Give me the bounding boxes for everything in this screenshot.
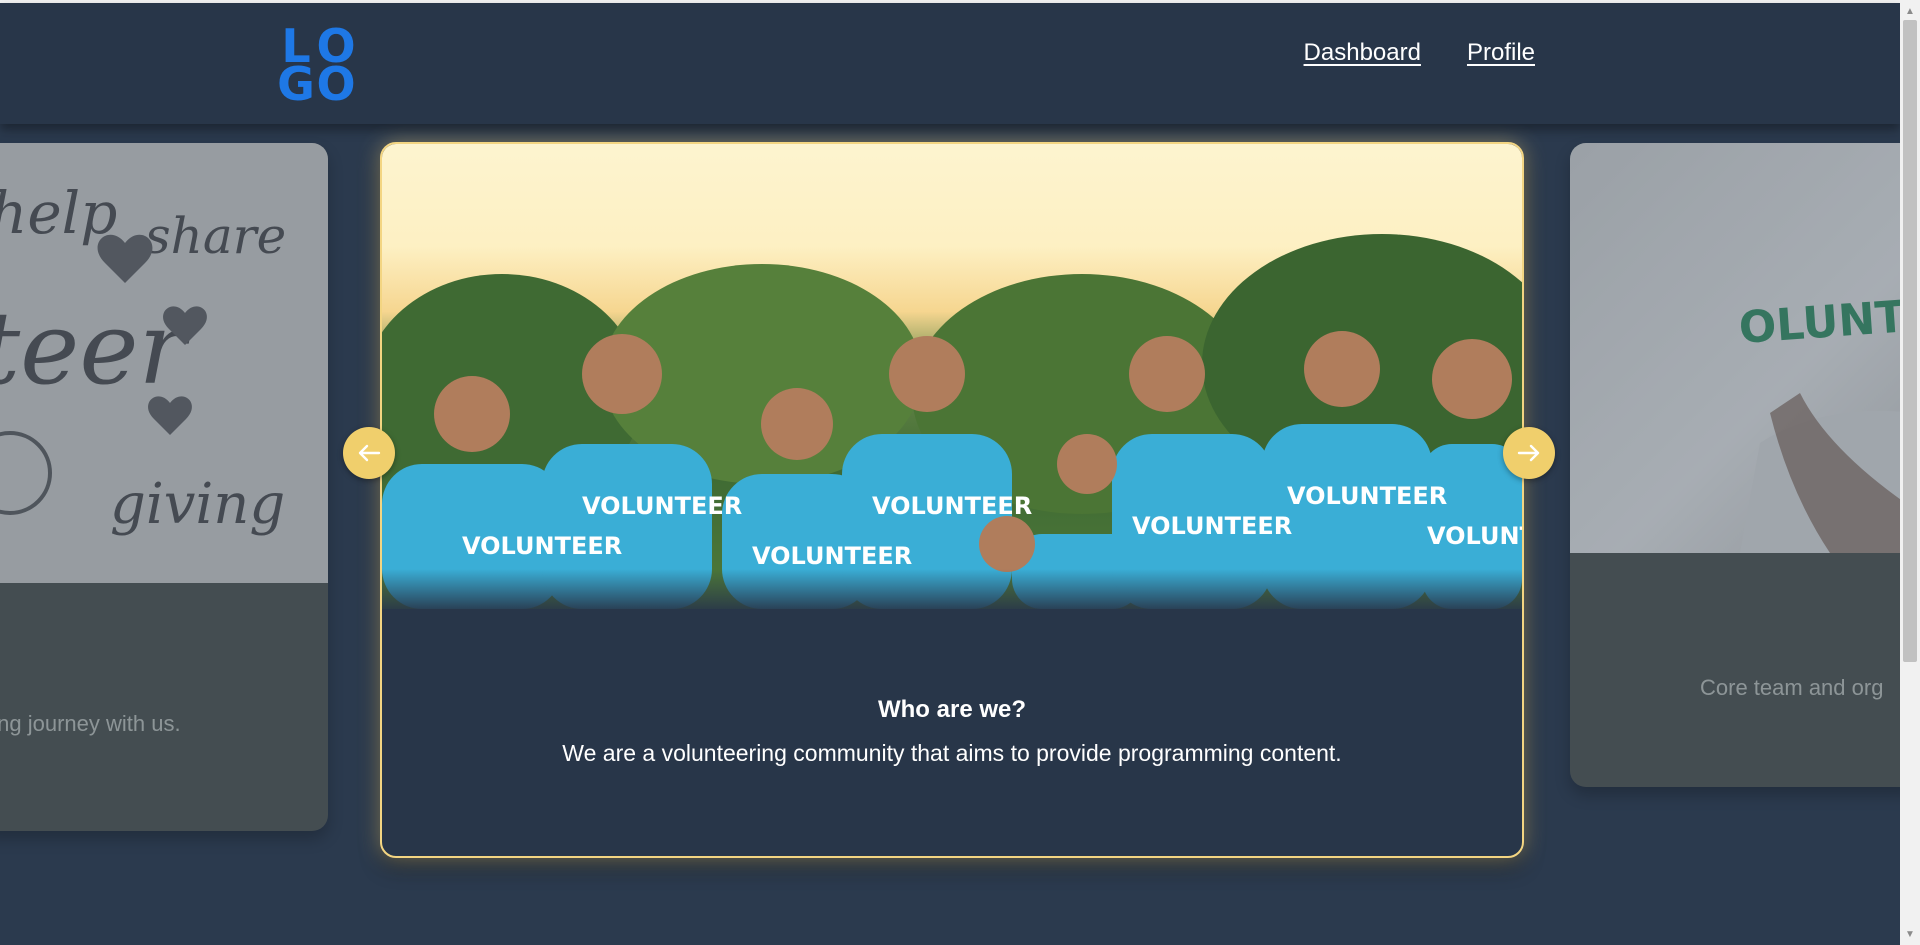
scroll-down-arrow-icon[interactable]: ▼: [1900, 925, 1920, 943]
shirt-lettering: VOLUNTEER: [1132, 512, 1292, 540]
shirt-lettering: VOLUNTEER: [462, 532, 622, 560]
word-help: help: [0, 179, 117, 247]
carousel-card-next[interactable]: OLUNTEE Core team and org: [1570, 143, 1920, 787]
shirt-lettering: OLUNTEE: [1737, 287, 1920, 354]
scroll-up-arrow-icon[interactable]: ▲: [1900, 2, 1920, 20]
page: L O G O Dashboard Profile help share tee…: [0, 0, 1920, 945]
vertical-scrollbar[interactable]: ▲ ▼: [1900, 0, 1920, 945]
card-description: ning journey with us.: [0, 711, 181, 736]
volunteers-illustration: VOLUNTEER VOLUNTEER VOLUNTEER VOLUNTEER …: [382, 234, 1522, 609]
carousel-prev-button[interactable]: [343, 427, 395, 479]
shirt-lettering: VOLUNTEER: [582, 492, 742, 520]
shirt-lettering: VOLUNTEER: [872, 492, 1032, 520]
nav-link-profile[interactable]: Profile: [1467, 39, 1535, 67]
logo[interactable]: L O G O: [275, 23, 355, 111]
card-description: Core team and org: [1700, 675, 1884, 700]
lightbulb-icon: [0, 431, 52, 515]
card-description: We are a volunteering community that aim…: [562, 740, 1342, 766]
nav-link-dashboard[interactable]: Dashboard: [1304, 39, 1421, 67]
shirt-illustration: OLUNTEE: [1737, 287, 1920, 553]
card-image-help-share-giving: help share teer giving: [0, 143, 328, 583]
shirt-lettering: VOLUNTEER: [1287, 482, 1447, 510]
arrow-right-icon: [1517, 444, 1540, 462]
card-image-volunteer-shirt: OLUNTEE: [1570, 143, 1920, 553]
carousel-next-button[interactable]: [1503, 427, 1555, 479]
carousel-card-previous[interactable]: help share teer giving ning journey with…: [0, 143, 328, 831]
scrollbar-thumb[interactable]: [1903, 20, 1917, 662]
carousel-card-active[interactable]: VOLUNTEER VOLUNTEER VOLUNTEER VOLUNTEER …: [380, 142, 1524, 858]
logo-letter: O: [316, 57, 355, 111]
image-fade: [382, 569, 1522, 609]
word-share: share: [145, 207, 286, 265]
doodle-illustration: help share teer giving: [0, 179, 286, 537]
card-title: Who are we?: [877, 696, 1027, 723]
logo-letter: G: [277, 57, 315, 111]
word-giving: giving: [110, 472, 285, 537]
arrow-left-icon: [358, 444, 381, 462]
main-nav: Dashboard Profile: [1304, 39, 1535, 67]
shirt-lettering: VOLUNTEER: [1427, 522, 1522, 550]
card-image-volunteers-group: VOLUNTEER VOLUNTEER VOLUNTEER VOLUNTEER …: [382, 144, 1522, 609]
shirt-lettering: VOLUNTEER: [752, 542, 912, 570]
word-volunteer: teer: [0, 290, 192, 407]
top-navbar: L O G O Dashboard Profile: [0, 3, 1900, 124]
heart-icon: [97, 234, 153, 283]
